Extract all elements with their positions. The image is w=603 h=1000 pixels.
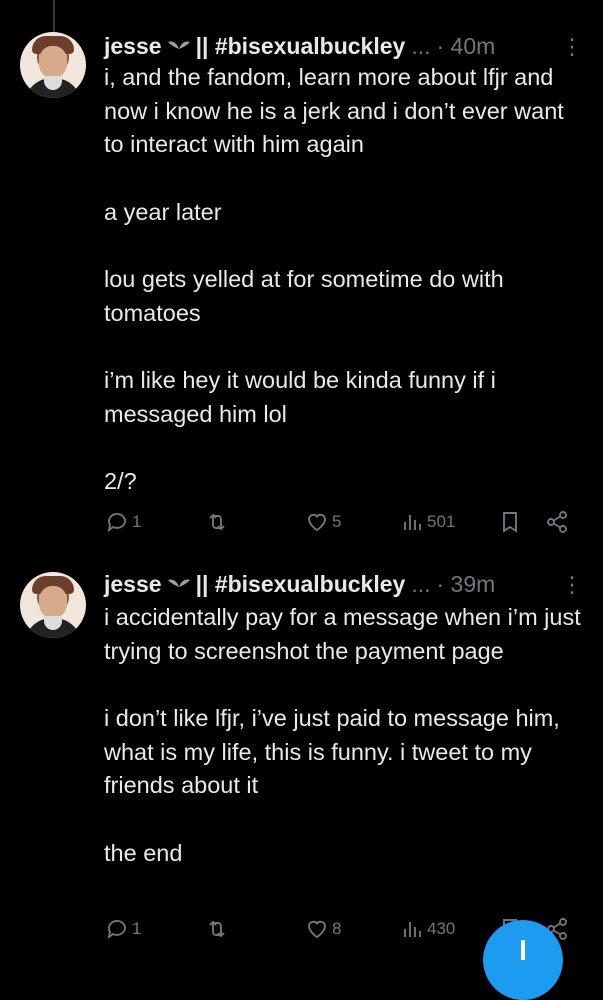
views-button[interactable]: 501 bbox=[400, 510, 455, 534]
like-count: 5 bbox=[332, 512, 342, 531]
more-dots-icon[interactable]: ⋮ bbox=[561, 34, 583, 60]
tweet-paragraph: i’m like hey it would be kinda funny if … bbox=[104, 367, 496, 427]
share-icon bbox=[547, 511, 567, 533]
timestamp[interactable]: · 39m bbox=[437, 571, 496, 598]
repost-icon bbox=[209, 513, 225, 531]
reply-count: 1 bbox=[132, 919, 142, 938]
tweet-paragraph: a year later bbox=[104, 198, 222, 225]
display-name[interactable]: jesse bbox=[104, 571, 162, 598]
tweet-paragraph: lou gets yelled at for sometime do with … bbox=[104, 266, 504, 326]
tweet-header: jesse || #bisexualbuckley ... · 40m bbox=[104, 31, 495, 61]
tweet-text: i accidentally pay for a message when i’… bbox=[104, 601, 584, 904]
repost-button[interactable] bbox=[205, 510, 232, 534]
avatar[interactable] bbox=[20, 572, 86, 638]
view-count: 501 bbox=[427, 512, 456, 531]
reply-button[interactable]: 1 bbox=[105, 917, 141, 941]
tweet-paragraph: i don’t like lfjr, i’ve just paid to mes… bbox=[104, 705, 560, 798]
handle[interactable]: || #bisexualbuckley bbox=[196, 33, 406, 60]
tweet-paragraph: 2/? bbox=[104, 468, 137, 494]
bookmark-icon bbox=[503, 512, 517, 533]
reply-count: 1 bbox=[132, 512, 142, 531]
bookmark-button[interactable] bbox=[498, 510, 522, 534]
avatar[interactable] bbox=[20, 32, 86, 98]
tweet-paragraph: i accidentally pay for a message when i’… bbox=[104, 604, 581, 664]
wings-emoji-icon bbox=[167, 579, 190, 587]
heart-icon bbox=[308, 920, 326, 939]
tweet-paragraph: the end bbox=[104, 839, 183, 866]
views-bar-chart-icon bbox=[404, 515, 421, 530]
tweet-paragraph: i, and the fandom, learn more about lfjr… bbox=[104, 64, 564, 157]
heart-icon bbox=[308, 513, 326, 532]
like-button[interactable]: 5 bbox=[305, 510, 341, 534]
compose-button[interactable] bbox=[483, 920, 563, 1000]
thread-connector-line bbox=[53, 0, 55, 36]
handle[interactable]: || #bisexualbuckley bbox=[196, 571, 406, 598]
like-button[interactable]: 8 bbox=[305, 917, 341, 941]
tweet-text: i, and the fandom, learn more about lfjr… bbox=[104, 61, 584, 533]
repost-button[interactable] bbox=[205, 917, 232, 941]
reply-button[interactable]: 1 bbox=[105, 510, 141, 534]
share-button[interactable] bbox=[545, 510, 569, 534]
reply-icon bbox=[107, 513, 126, 533]
display-name[interactable]: jesse bbox=[104, 33, 162, 60]
view-count: 430 bbox=[427, 919, 456, 938]
repost-icon bbox=[209, 920, 225, 938]
views-button[interactable]: 430 bbox=[400, 917, 455, 941]
tweet-actions: 1 5 501 bbox=[0, 510, 603, 540]
tweet-header: jesse || #bisexualbuckley ... · 39m bbox=[104, 569, 495, 599]
plus-icon bbox=[521, 940, 525, 960]
wings-emoji-icon bbox=[167, 41, 190, 49]
views-bar-chart-icon bbox=[404, 922, 421, 937]
reply-icon bbox=[107, 920, 126, 940]
timestamp[interactable]: · 40m bbox=[437, 33, 496, 60]
more-dots-icon[interactable]: ⋮ bbox=[561, 572, 583, 598]
name-truncation: ... bbox=[411, 570, 431, 597]
like-count: 8 bbox=[332, 919, 342, 938]
name-truncation: ... bbox=[411, 32, 431, 59]
